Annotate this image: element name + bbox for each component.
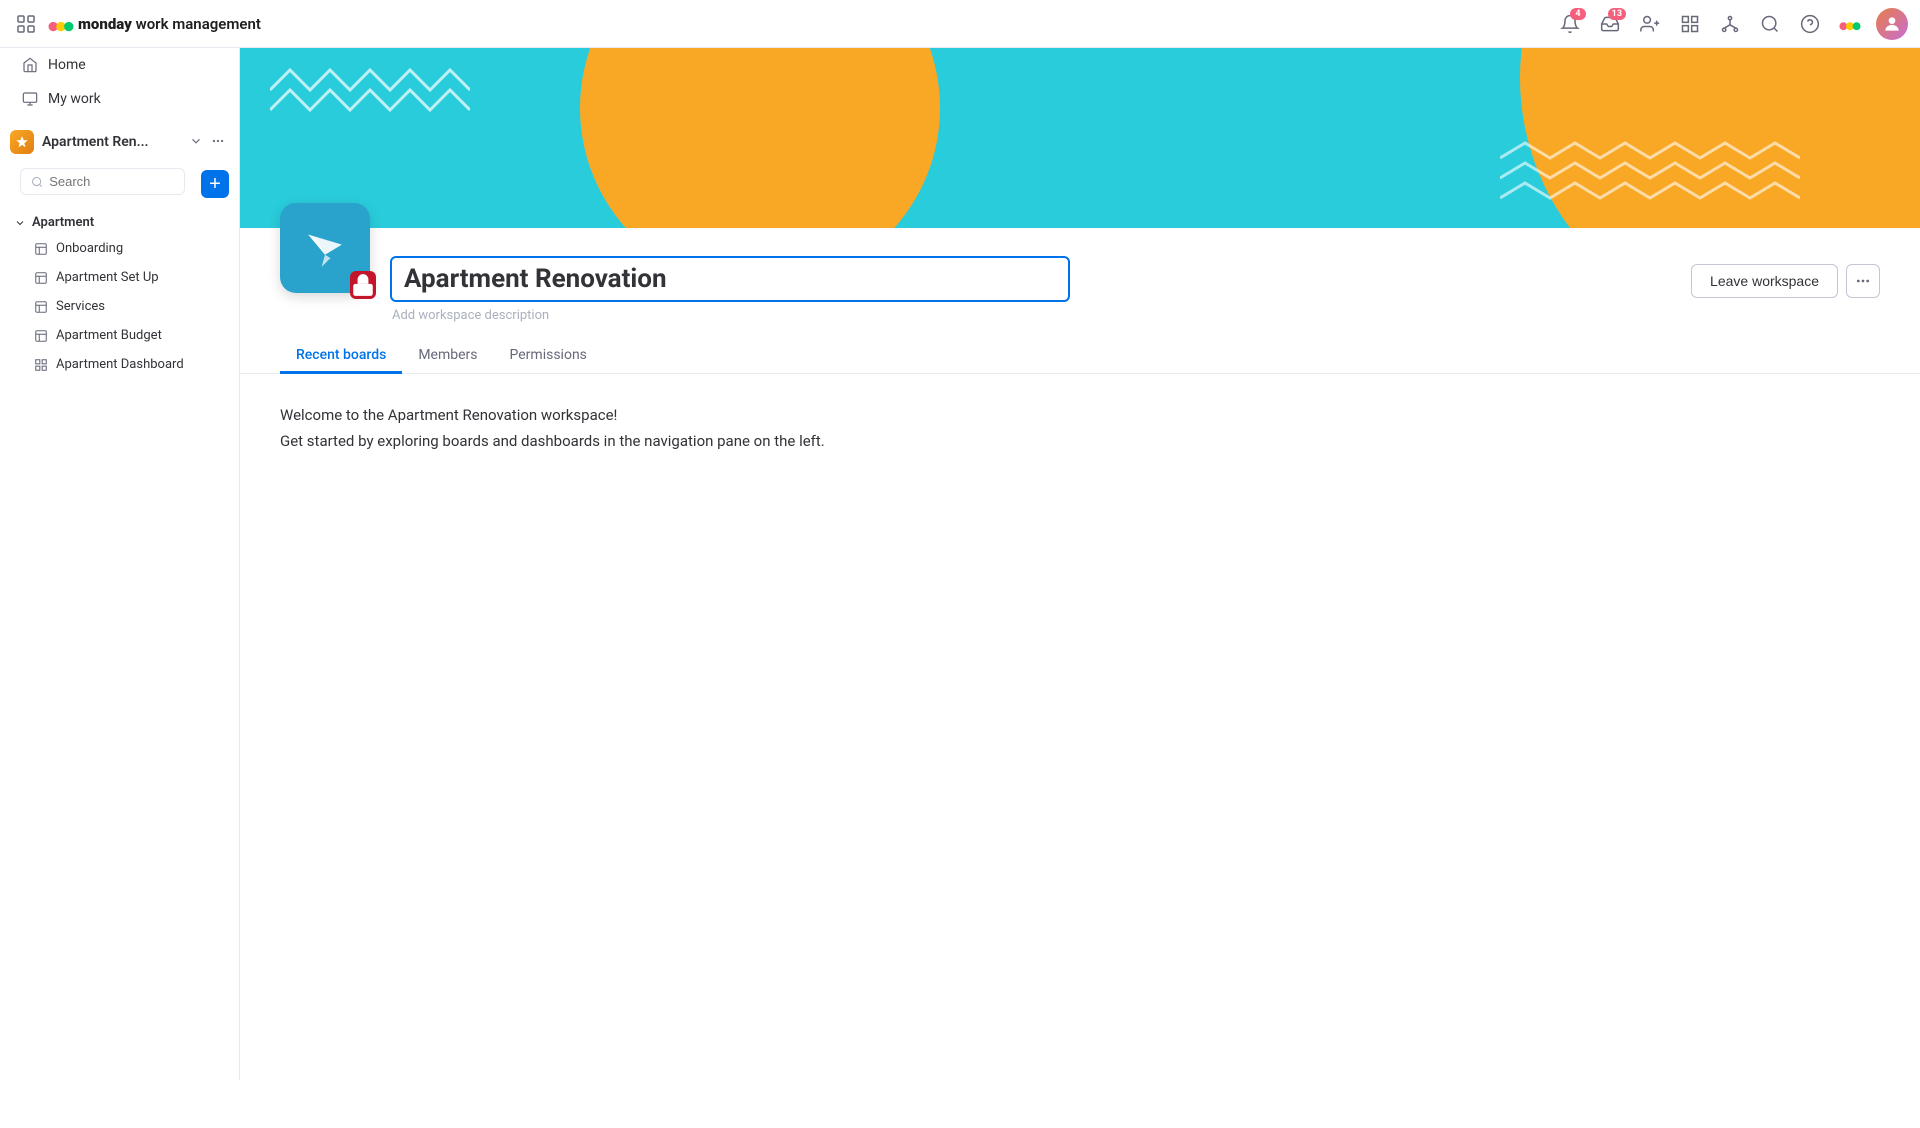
apartment-dashboard-label: Apartment Dashboard (56, 357, 184, 372)
apartment-budget-label: Apartment Budget (56, 328, 162, 343)
workspace-more-icon[interactable] (207, 131, 229, 154)
workspace-title-input[interactable] (390, 256, 1070, 302)
nav-right: 4 13 (1552, 6, 1908, 42)
leave-workspace-button[interactable]: Leave workspace (1691, 264, 1838, 298)
sidebar: Home My work Apartment Ren... (0, 48, 240, 1080)
notifications-badge: 4 (1570, 8, 1586, 20)
zigzag-left (270, 60, 470, 120)
monday-icon-btn[interactable] (1832, 6, 1868, 42)
board-icon-2 (34, 271, 48, 285)
zigzag-right (1500, 138, 1800, 218)
board-icon (34, 242, 48, 256)
services-label: Services (56, 299, 105, 314)
workspace-title-area: Add workspace description (390, 256, 1691, 323)
help-btn[interactable] (1792, 6, 1828, 42)
lock-badge (350, 271, 376, 299)
workspace-actions: Leave workspace (1691, 264, 1880, 298)
workspace-info: Add workspace description Leave workspac… (240, 228, 1920, 323)
apartment-setup-label: Apartment Set Up (56, 270, 159, 285)
add-button[interactable]: + (201, 170, 229, 198)
banner-decoration (240, 48, 1920, 228)
sidebar-item-services[interactable]: Services (6, 293, 233, 320)
board-icon-3 (34, 300, 48, 314)
inbox-badge: 13 (1608, 8, 1626, 20)
dashboard-icon (34, 358, 48, 372)
workspace-logo (280, 203, 370, 293)
main-layout: Home My work Apartment Ren... (0, 48, 1920, 1080)
boards-btn[interactable] (1672, 6, 1708, 42)
search-btn[interactable] (1752, 6, 1788, 42)
search-bar[interactable] (20, 168, 185, 195)
welcome-text-line2: Get started by exploring boards and dash… (280, 432, 1880, 450)
sidebar-item-apartment-dashboard[interactable]: Apartment Dashboard (6, 351, 233, 378)
monday-logo: monday work management (48, 11, 261, 37)
workspace-banner (240, 48, 1920, 228)
tab-permissions[interactable]: Permissions (494, 339, 603, 374)
nav-left: monday work management (12, 10, 261, 38)
mywork-label: My work (48, 91, 101, 107)
banner-circle-left (580, 48, 940, 228)
home-label: Home (48, 57, 86, 73)
sidebar-item-apartment-budget[interactable]: Apartment Budget (6, 322, 233, 349)
search-icon (31, 175, 43, 189)
sidebar-item-onboarding[interactable]: Onboarding (6, 235, 233, 262)
user-avatar[interactable] (1876, 8, 1908, 40)
sidebar-workspace-name: Apartment Ren... (42, 134, 187, 150)
notifications-btn[interactable]: 4 (1552, 6, 1588, 42)
main-content: Add workspace description Leave workspac… (240, 48, 1920, 1080)
invite-btn[interactable] (1632, 6, 1668, 42)
search-input[interactable] (49, 174, 174, 189)
workspace-content: Welcome to the Apartment Renovation work… (240, 374, 1920, 482)
workspace-more-button[interactable] (1846, 264, 1880, 298)
workspace-description[interactable]: Add workspace description (392, 308, 1691, 323)
tab-recent-boards[interactable]: Recent boards (280, 339, 402, 374)
sidebar-section-apartment[interactable]: Apartment (0, 211, 239, 234)
onboarding-label: Onboarding (56, 241, 123, 256)
apps-icon[interactable] (12, 10, 40, 38)
tab-members[interactable]: Members (402, 339, 493, 374)
org-chart-btn[interactable] (1712, 6, 1748, 42)
workspace-tabs: Recent boards Members Permissions (240, 323, 1920, 374)
sidebar-item-mywork[interactable]: My work (6, 83, 233, 115)
top-navigation: monday work management 4 13 (0, 0, 1920, 48)
search-add-row: + (0, 164, 239, 203)
inbox-btn[interactable]: 13 (1592, 6, 1628, 42)
sidebar-item-home[interactable]: Home (6, 49, 233, 81)
section-label: Apartment (32, 215, 94, 230)
more-icon (1855, 273, 1871, 289)
sidebar-workspace-icon (10, 130, 34, 154)
board-icon-4 (34, 329, 48, 343)
sidebar-item-apartment-setup[interactable]: Apartment Set Up (6, 264, 233, 291)
workspace-logo-icon (298, 221, 352, 275)
chevron-down-icon (14, 217, 26, 229)
workspace-chevron-icon[interactable] (189, 133, 203, 152)
logo-text: monday work management (78, 15, 261, 33)
welcome-text-line1: Welcome to the Apartment Renovation work… (280, 406, 1880, 424)
